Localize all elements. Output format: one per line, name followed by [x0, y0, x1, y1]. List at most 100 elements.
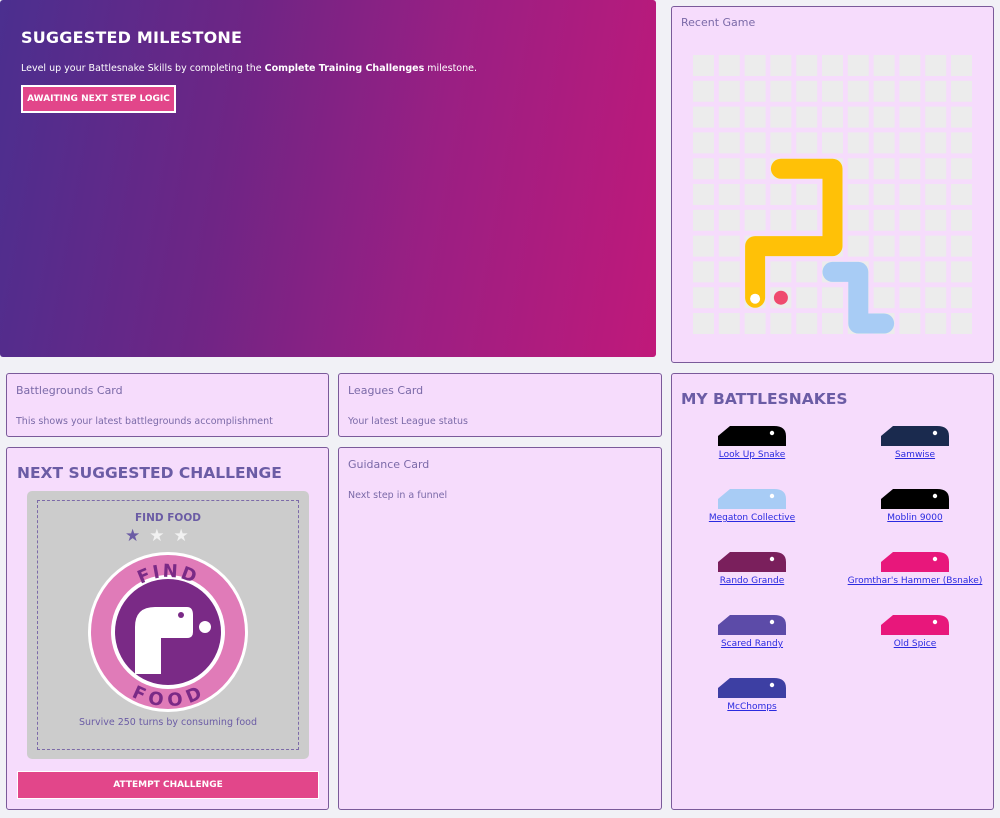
leagues-subtitle: Your latest League status — [348, 416, 468, 427]
guidance-card: Guidance Card Next step in a funnel — [338, 447, 662, 810]
board-cell — [899, 235, 921, 257]
battlesnake-link[interactable]: McChomps — [672, 702, 832, 712]
board-cell — [899, 106, 921, 128]
board-cell — [718, 132, 740, 154]
board-cell — [796, 80, 818, 102]
board-cell — [925, 80, 947, 102]
battlesnake-item[interactable]: Gromthar's Hammer (Bsnake) — [835, 550, 995, 586]
awaiting-next-step-button[interactable]: AWAITING NEXT STEP LOGIC — [21, 85, 176, 113]
board-cell — [693, 158, 714, 180]
board-cell — [744, 158, 766, 180]
board-cell — [796, 261, 818, 283]
battlesnake-link[interactable]: Look Up Snake — [672, 450, 832, 460]
attempt-challenge-button[interactable]: ATTEMPT CHALLENGE — [17, 771, 319, 799]
board-cell — [925, 55, 947, 76]
challenge-tile[interactable]: FIND FOOD ★ ★ ★ FIND FOOD Survive 250 tu… — [27, 491, 309, 759]
board-cell — [693, 132, 714, 154]
board-cell — [822, 106, 843, 128]
board-cell — [925, 158, 947, 180]
board-cell — [718, 261, 740, 283]
board-cell — [770, 313, 792, 334]
snake-avatar-icon — [718, 678, 786, 698]
board-cell — [718, 158, 740, 180]
board-cell — [847, 184, 869, 205]
board-cell — [951, 80, 972, 102]
board-cell — [744, 106, 766, 128]
board-cell — [693, 106, 714, 128]
board-cell — [873, 261, 895, 283]
board-cell — [925, 106, 947, 128]
board-cell — [744, 313, 766, 334]
board-cell — [847, 209, 869, 231]
board-cell — [822, 287, 843, 309]
battlesnake-link[interactable]: Gromthar's Hammer (Bsnake) — [835, 576, 995, 586]
board-cell — [796, 209, 818, 231]
board-cell — [951, 261, 972, 283]
board-cell — [925, 287, 947, 309]
battlesnake-link[interactable]: Megaton Collective — [672, 513, 832, 523]
board-cell — [951, 209, 972, 231]
board-cell — [873, 132, 895, 154]
suggested-milestone-card: SUGGESTED MILESTONE Level up your Battle… — [0, 0, 656, 357]
battlegrounds-subtitle: This shows your latest battlegrounds acc… — [16, 416, 273, 427]
game-board[interactable] — [693, 55, 977, 339]
battlesnake-item[interactable]: Moblin 9000 — [835, 487, 995, 523]
battlesnake-item[interactable]: Megaton Collective — [672, 487, 832, 523]
board-cell — [925, 261, 947, 283]
board-cell — [873, 287, 895, 309]
board-cell — [899, 287, 921, 309]
board-cell — [899, 158, 921, 180]
board-cell — [770, 261, 792, 283]
board-cell — [718, 184, 740, 205]
battlesnake-link[interactable]: Samwise — [835, 450, 995, 460]
snake-avatar-icon — [881, 552, 949, 572]
board-cell — [796, 313, 818, 334]
board-cell — [873, 235, 895, 257]
board-cell — [925, 235, 947, 257]
board-cell — [873, 80, 895, 102]
board-cell — [718, 287, 740, 309]
board-cell — [718, 235, 740, 257]
challenge-heading: NEXT SUGGESTED CHALLENGE — [17, 464, 282, 482]
board-cell — [796, 132, 818, 154]
board-cell — [744, 80, 766, 102]
battlesnake-item[interactable]: Look Up Snake — [672, 424, 832, 460]
board-cell — [693, 80, 714, 102]
board-cell — [925, 184, 947, 205]
battlesnake-link[interactable]: Scared Randy — [672, 639, 832, 649]
board-cell — [718, 209, 740, 231]
board-cell — [822, 80, 843, 102]
board-cell — [693, 209, 714, 231]
board-cell — [718, 313, 740, 334]
my-battlesnakes-card: MY BATTLESNAKES Look Up Snake Samwise Mega… — [671, 373, 994, 810]
star-icon: ★ — [173, 526, 189, 546]
snake-avatar-icon — [718, 615, 786, 635]
battlesnake-item[interactable]: McChomps — [672, 676, 832, 712]
battlesnake-item[interactable]: Samwise — [835, 424, 995, 460]
snake-avatar-icon — [881, 426, 949, 446]
battlesnake-link[interactable]: Old Spice — [835, 639, 995, 649]
board-cell — [718, 55, 740, 76]
board-cell — [925, 209, 947, 231]
battlesnake-link[interactable]: Rando Grande — [672, 576, 832, 586]
board-cell — [873, 106, 895, 128]
board-cell — [770, 184, 792, 205]
board-cell — [744, 55, 766, 76]
next-challenge-card: NEXT SUGGESTED CHALLENGE FIND FOOD ★ ★ ★… — [6, 447, 329, 810]
battlesnake-item[interactable]: Rando Grande — [672, 550, 832, 586]
star-icon: ★ — [149, 526, 165, 546]
board-cell — [770, 80, 792, 102]
board-cell — [693, 313, 714, 334]
battlesnake-item[interactable]: Old Spice — [835, 613, 995, 649]
board-cell — [796, 184, 818, 205]
board-cell — [873, 209, 895, 231]
board-cell — [770, 132, 792, 154]
snake-head-icon — [750, 293, 761, 304]
board-cell — [693, 184, 714, 205]
board-cell — [847, 158, 869, 180]
battlesnake-item[interactable]: Scared Randy — [672, 613, 832, 649]
board-cell — [796, 287, 818, 309]
board-cell — [951, 132, 972, 154]
battlesnake-link[interactable]: Moblin 9000 — [835, 513, 995, 523]
board-cell — [925, 132, 947, 154]
